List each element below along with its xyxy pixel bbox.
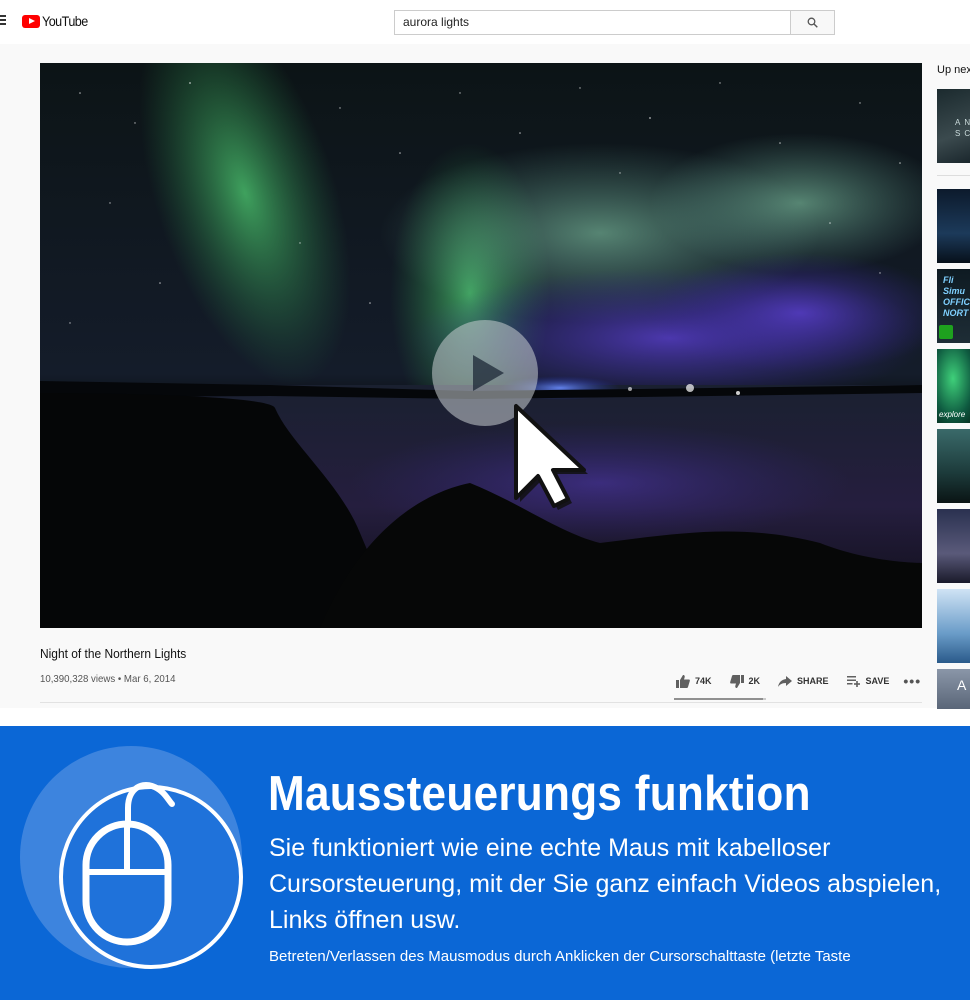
share-button[interactable]: SHARE: [778, 675, 829, 687]
up-next-divider: [937, 175, 970, 176]
video-views-date: 10,390,328 views • Mar 6, 2014: [40, 673, 176, 685]
save-button[interactable]: SAVE: [846, 675, 890, 687]
up-next-thumbnail[interactable]: [937, 429, 970, 503]
share-arrow-icon: [778, 675, 793, 687]
share-label: SHARE: [797, 676, 829, 686]
description-divider: [40, 702, 922, 703]
like-count: 74K: [695, 676, 712, 686]
up-next-thumbnail[interactable]: [937, 189, 970, 263]
up-next-thumbnail[interactable]: A: [937, 669, 970, 709]
page: YouTube aurora lights Night of the North…: [0, 0, 970, 1000]
thumbs-down-icon: [729, 674, 744, 688]
up-next-heading: Up nex: [937, 64, 970, 76]
watch-area: Night of the Northern Lights 10,390,328 …: [0, 44, 970, 709]
thumbnail-text: explore: [939, 410, 966, 419]
promo-note: Betreten/Verlassen des Mausmodus durch A…: [269, 948, 851, 965]
thumbnail-text: A: [957, 677, 967, 693]
up-next-thumbnail[interactable]: explore: [937, 349, 970, 423]
mouse-icon: [82, 782, 175, 946]
mouse-icon-badge: [20, 746, 243, 969]
like-ratio-fill: [674, 698, 764, 700]
promo-banner: Maussteuerungs funktion Sie funktioniert…: [0, 726, 970, 1000]
playlist-add-icon: [846, 675, 860, 687]
thumbnail-text: AN SC: [955, 118, 970, 138]
more-actions-icon[interactable]: •••: [903, 673, 921, 689]
like-button[interactable]: 74K: [676, 674, 712, 688]
up-next-thumbnail[interactable]: AN SC: [937, 89, 970, 163]
thumbs-up-icon: [676, 674, 690, 688]
video-player[interactable]: [40, 63, 922, 628]
save-label: SAVE: [865, 676, 890, 686]
search-input[interactable]: aurora lights: [394, 10, 790, 35]
thumbnail-text: Fli Simu OFFICIAL NORT: [943, 275, 970, 318]
promo-description: Sie funktioniert wie eine echte Maus mit…: [269, 834, 942, 934]
video-title: Night of the Northern Lights: [40, 646, 187, 661]
like-dislike-ratio-bar: [674, 698, 766, 700]
video-actions: 74K 2K SHARE SAVE •••: [676, 671, 921, 691]
dislike-button[interactable]: 2K: [729, 674, 761, 688]
search-icon: [807, 17, 818, 28]
dislike-count: 2K: [748, 676, 761, 686]
xbox-logo-icon: [939, 325, 953, 339]
promo-title: Maussteuerungs funktion: [268, 767, 811, 821]
up-next-thumbnail[interactable]: [937, 509, 970, 583]
mouse-pointer-cursor-icon: [514, 404, 588, 510]
up-next-thumbnail[interactable]: Fli Simu OFFICIAL NORT: [937, 269, 970, 343]
up-next-thumbnail[interactable]: [937, 589, 970, 663]
logo-text: YouTube: [42, 13, 88, 29]
search-button[interactable]: [790, 10, 835, 35]
hamburger-menu-icon[interactable]: [0, 15, 6, 27]
youtube-play-logo-icon: [22, 14, 40, 28]
youtube-logo[interactable]: YouTube: [22, 13, 93, 29]
top-bar: YouTube aurora lights: [0, 0, 970, 44]
